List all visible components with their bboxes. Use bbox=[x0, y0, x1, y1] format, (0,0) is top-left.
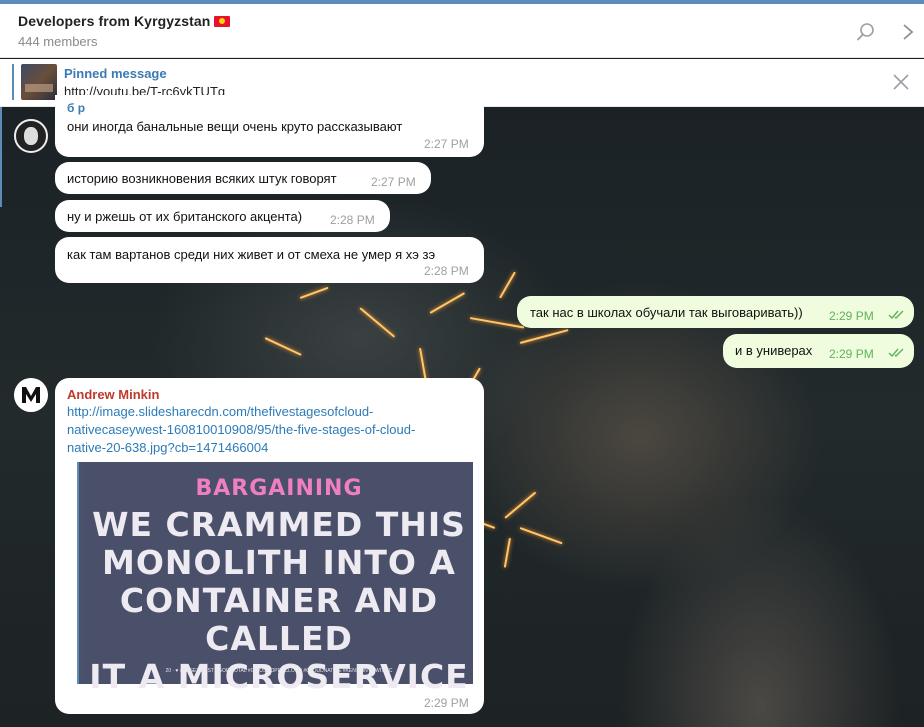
message-bubble[interactable]: как там вартанов среди них живет и от см… bbox=[55, 237, 484, 283]
spark bbox=[503, 537, 511, 568]
sender-name[interactable]: Andrew Minkin bbox=[67, 387, 159, 402]
message-text: так нас в школах обучали так выговариват… bbox=[530, 305, 803, 320]
message-time: 2:29 PM bbox=[829, 347, 874, 361]
avatar-face bbox=[24, 127, 38, 145]
spark bbox=[469, 317, 525, 329]
message-bubble[interactable]: ну и ржешь от их британского акцента) 2:… bbox=[55, 200, 390, 232]
link-line[interactable]: http://image.slidesharecdn.com/thefivest… bbox=[67, 403, 415, 421]
user-avatar[interactable] bbox=[14, 119, 48, 153]
chat-title-text: Developers from Kyrgyzstan bbox=[18, 13, 211, 29]
double-check-icon bbox=[888, 348, 904, 358]
message-text: и в универах bbox=[735, 343, 813, 358]
close-icon[interactable] bbox=[892, 73, 910, 91]
message-text: они иногда банальные вещи очень круто ра… bbox=[67, 119, 403, 134]
pinned-title: Pinned message bbox=[64, 66, 167, 81]
link-line[interactable]: nativecaseywest-160810010908/95/the-five… bbox=[67, 421, 415, 439]
preview-footer: 20 · ♥ #CASEYWEST #GOPIVOTAL #GIBUS #OPE… bbox=[165, 668, 393, 674]
chat-title[interactable]: Developers from Kyrgyzstan bbox=[18, 13, 231, 29]
spark bbox=[299, 286, 329, 299]
preview-title: BARGAINING bbox=[195, 476, 363, 501]
double-check-icon bbox=[888, 310, 904, 320]
message-time: 2:27 PM bbox=[371, 175, 416, 189]
link-line[interactable]: native-20-638.jpg?cb=1471466004 bbox=[67, 439, 415, 457]
members-count[interactable]: 444 members bbox=[18, 34, 97, 49]
kyrgyzstan-flag-icon bbox=[214, 16, 231, 27]
outgoing-message-bubble[interactable]: и в универах 2:29 PM bbox=[723, 334, 914, 368]
spark bbox=[429, 292, 466, 314]
message-time: 2:28 PM bbox=[424, 264, 469, 278]
message-time: 2:27 PM bbox=[424, 137, 469, 151]
pinned-accent-bar bbox=[12, 64, 14, 100]
spark bbox=[264, 337, 302, 356]
preview-line: CONTAINER AND CALLED bbox=[119, 581, 439, 658]
preview-line: IT A MICROSERVICE bbox=[89, 657, 469, 696]
message-time: 2:29 PM bbox=[829, 309, 874, 323]
message-text: ну и ржешь от их британского акцента) bbox=[67, 209, 303, 224]
chevron-right-icon[interactable] bbox=[900, 22, 916, 42]
message-link[interactable]: http://image.slidesharecdn.com/thefivest… bbox=[67, 403, 415, 457]
spark bbox=[519, 527, 563, 545]
preview-line: WE CRAMMED THIS bbox=[92, 505, 466, 544]
pinned-thumbnail bbox=[21, 64, 57, 100]
outgoing-message-bubble[interactable]: так нас в школах обучали так выговариват… bbox=[517, 296, 914, 328]
message-bubble[interactable]: б р они иногда банальные вещи очень крут… bbox=[55, 95, 484, 157]
selection-strip bbox=[0, 107, 2, 207]
message-time: 2:28 PM bbox=[330, 213, 375, 227]
sender-name-partial[interactable]: б р bbox=[67, 101, 85, 115]
preview-line: MONOLITH INTO A bbox=[102, 543, 456, 582]
andrew-minkin-avatar[interactable] bbox=[14, 378, 48, 412]
spark bbox=[499, 271, 516, 299]
message-text: историю возникновения всяких штук говоря… bbox=[67, 171, 337, 186]
search-icon[interactable] bbox=[856, 22, 876, 42]
preview-image[interactable]: BARGAINING WE CRAMMED THIS MONOLITH INTO… bbox=[85, 462, 473, 696]
message-bubble[interactable]: историю возникновения всяких штук говоря… bbox=[55, 162, 431, 194]
link-preview[interactable]: BARGAINING WE CRAMMED THIS MONOLITH INTO… bbox=[77, 462, 473, 696]
spark bbox=[504, 491, 537, 519]
message-bubble-with-link[interactable]: Andrew Minkin http://image.slidesharecdn… bbox=[55, 378, 484, 714]
spark bbox=[359, 307, 396, 338]
chat-header: Developers from Kyrgyzstan 444 members bbox=[0, 4, 924, 58]
message-text: как там вартанов среди них живет и от см… bbox=[67, 247, 436, 262]
spark bbox=[519, 329, 569, 344]
message-time: 2:29 PM bbox=[424, 696, 469, 710]
